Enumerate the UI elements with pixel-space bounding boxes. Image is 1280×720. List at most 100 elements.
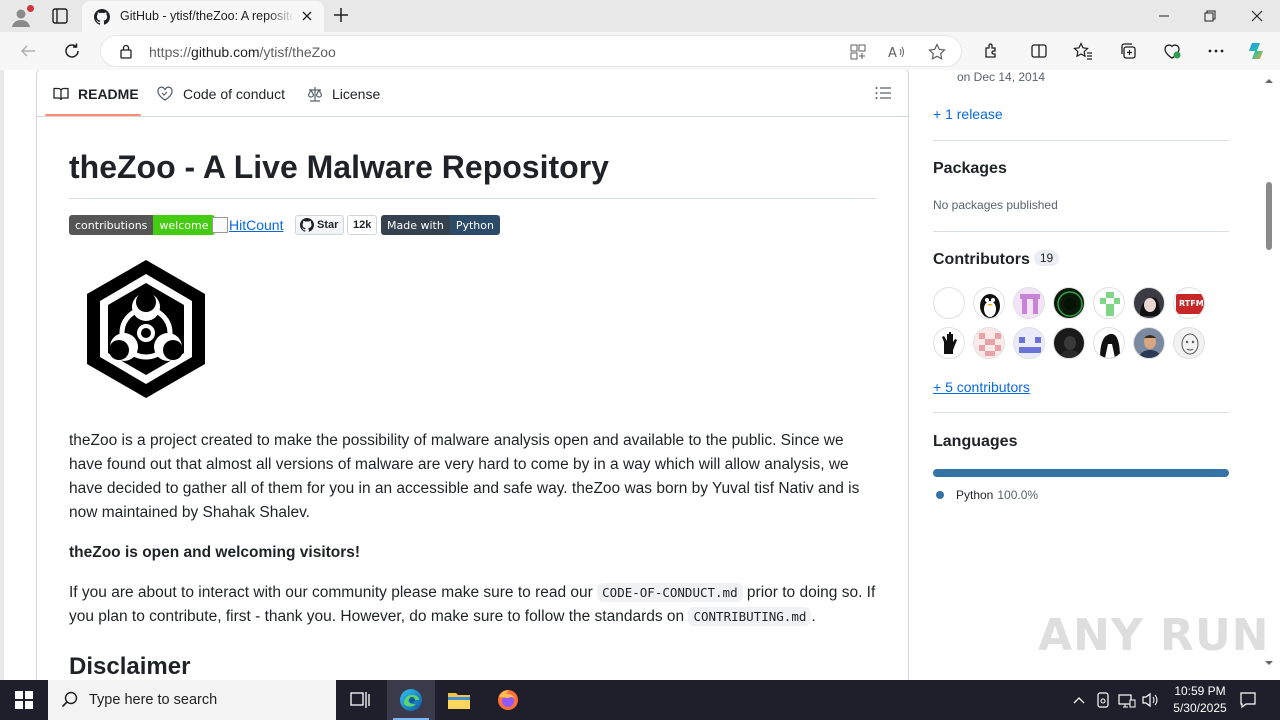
- made-with-python-badge[interactable]: Made with Python: [381, 215, 500, 235]
- favorite-star-icon[interactable]: [927, 42, 947, 62]
- table-of-contents-icon[interactable]: [874, 84, 892, 102]
- profile-icon[interactable]: [10, 5, 34, 28]
- contributor-avatar[interactable]: [1093, 287, 1125, 319]
- chevron-up-icon[interactable]: [1069, 690, 1089, 710]
- github-mark-icon: [300, 218, 314, 232]
- browser-essentials-icon[interactable]: [1161, 40, 1183, 62]
- hitcount-badge-link[interactable]: HitCount: [212, 217, 283, 233]
- windows-taskbar: Type here to search 10:59 PM 5/30/2025: [0, 680, 1280, 720]
- hitcount-alt-text: HitCount: [229, 217, 284, 233]
- windows-start-icon[interactable]: [0, 680, 48, 720]
- page-viewport: README Code of conduct License theZoo - …: [0, 70, 1280, 680]
- law-scale-icon: [307, 87, 323, 102]
- back-icon[interactable]: [17, 40, 39, 62]
- network-icon[interactable]: [1117, 690, 1137, 710]
- browser-toolbar: https://github.com/ytisf/theZoo A: [0, 32, 1280, 70]
- contributions-welcome-badge[interactable]: contributions welcome: [69, 215, 215, 235]
- contributing-code: CONTRIBUTING.md: [688, 607, 812, 626]
- split-screen-icon[interactable]: [1028, 40, 1050, 62]
- contributor-avatar[interactable]: [1133, 327, 1165, 359]
- sidebar-divider: [933, 140, 1229, 141]
- readme-title: theZoo - A Live Malware Repository: [69, 149, 609, 185]
- contributor-avatar[interactable]: [1053, 287, 1085, 319]
- file-explorer-icon[interactable]: [435, 680, 483, 720]
- code-of-conduct-code: CODE-OF-CONDUCT.md: [597, 583, 743, 602]
- lock-icon[interactable]: [119, 44, 133, 59]
- readme-panel: README Code of conduct License theZoo - …: [36, 70, 909, 680]
- collections-icon[interactable]: [1117, 40, 1139, 62]
- heart-handshake-icon: [157, 86, 173, 101]
- language-python[interactable]: Python 100.0%: [936, 488, 1038, 502]
- contributor-avatar[interactable]: [1053, 327, 1085, 359]
- page-left-edge: [0, 70, 4, 680]
- contributor-avatar[interactable]: [933, 327, 965, 359]
- release-date: on Dec 14, 2014: [957, 70, 1046, 84]
- more-contributors-link[interactable]: + 5 contributors: [933, 379, 1229, 395]
- language-percentage: 100.0%: [997, 488, 1039, 502]
- badge-python-label: Python: [449, 215, 500, 235]
- badge-contributions-label: contributions: [69, 215, 154, 235]
- firefox-icon[interactable]: [484, 680, 532, 720]
- contributor-avatar[interactable]: [1133, 287, 1165, 319]
- minimize-icon[interactable]: [1141, 0, 1187, 32]
- github-favicon-icon: [94, 9, 111, 25]
- book-icon: [53, 87, 69, 101]
- new-tab-icon[interactable]: [332, 6, 350, 24]
- browser-tab-active[interactable]: GitHub - ytisf/theZoo: A repository of L…: [82, 1, 324, 32]
- extensions-icon[interactable]: [980, 40, 1002, 62]
- volume-icon[interactable]: [1141, 690, 1161, 710]
- packages-heading[interactable]: Packages: [933, 160, 1229, 178]
- sidebar-divider: [933, 231, 1229, 232]
- packages-text: No packages published: [933, 198, 1058, 212]
- search-icon: [61, 691, 78, 708]
- title-divider: [69, 198, 877, 199]
- star-count-badge[interactable]: 12k: [347, 215, 378, 235]
- releases-link[interactable]: + 1 release: [933, 106, 1229, 122]
- contributor-avatar[interactable]: [1173, 327, 1205, 359]
- refresh-icon[interactable]: [61, 40, 83, 62]
- copilot-icon[interactable]: [1246, 40, 1268, 62]
- address-bar[interactable]: https://github.com/ytisf/theZoo A: [100, 35, 962, 67]
- contributor-avatar[interactable]: RTFM: [1173, 287, 1205, 319]
- contributor-avatar[interactable]: [973, 287, 1005, 319]
- close-window-icon[interactable]: [1234, 0, 1280, 32]
- contributor-avatar[interactable]: [973, 327, 1005, 359]
- restore-icon[interactable]: [1187, 0, 1233, 32]
- tab-readme[interactable]: README: [53, 83, 139, 105]
- intro-paragraph: theZoo is a project created to make the …: [69, 432, 860, 521]
- contributor-avatar[interactable]: [1013, 287, 1045, 319]
- tab-license[interactable]: License: [307, 83, 380, 105]
- contributor-avatar[interactable]: [1013, 327, 1045, 359]
- broken-image-icon: [212, 217, 228, 233]
- tab-title: GitHub - ytisf/theZoo: A repository of L…: [120, 9, 294, 23]
- clock-time: 10:59 PM: [1174, 684, 1226, 698]
- contributor-avatar[interactable]: [933, 287, 965, 319]
- browser-title-bar: GitHub - ytisf/theZoo: A repository of L…: [0, 0, 1280, 32]
- python-color-dot: [936, 491, 944, 499]
- languages-heading: Languages: [933, 433, 1018, 450]
- readme-tab-bar: README Code of conduct License: [37, 70, 908, 117]
- tab-actions-icon[interactable]: [50, 6, 70, 26]
- app-available-icon[interactable]: [848, 42, 868, 62]
- taskbar-clock[interactable]: 10:59 PM 5/30/2025: [1160, 683, 1240, 717]
- contributors-heading[interactable]: Contributors 19: [933, 250, 1229, 269]
- notifications-icon[interactable]: [1238, 690, 1258, 710]
- task-view-icon[interactable]: [336, 680, 384, 720]
- tab-close-icon[interactable]: [300, 9, 314, 23]
- scrollbar-thumb[interactable]: [1266, 182, 1272, 250]
- tab-code-of-conduct[interactable]: Code of conduct: [156, 83, 285, 105]
- tab-code-of-conduct-label: Code of conduct: [183, 86, 285, 102]
- taskbar-search-box[interactable]: Type here to search: [48, 680, 336, 720]
- favorites-icon[interactable]: [1072, 40, 1094, 62]
- device-icon[interactable]: [1093, 690, 1113, 710]
- page-scrollbar[interactable]: [1262, 70, 1276, 680]
- read-aloud-icon[interactable]: A: [887, 42, 907, 62]
- contributor-avatar[interactable]: [1093, 327, 1125, 359]
- github-star-button[interactable]: Star: [295, 215, 345, 235]
- tab-license-label: License: [332, 86, 381, 102]
- star-label: Star: [317, 219, 339, 231]
- biohazard-hexagon-logo: [87, 260, 205, 398]
- url-text[interactable]: https://github.com/ytisf/theZoo: [149, 44, 336, 60]
- more-options-icon[interactable]: [1205, 40, 1227, 62]
- edge-taskbar-icon[interactable]: [387, 680, 435, 720]
